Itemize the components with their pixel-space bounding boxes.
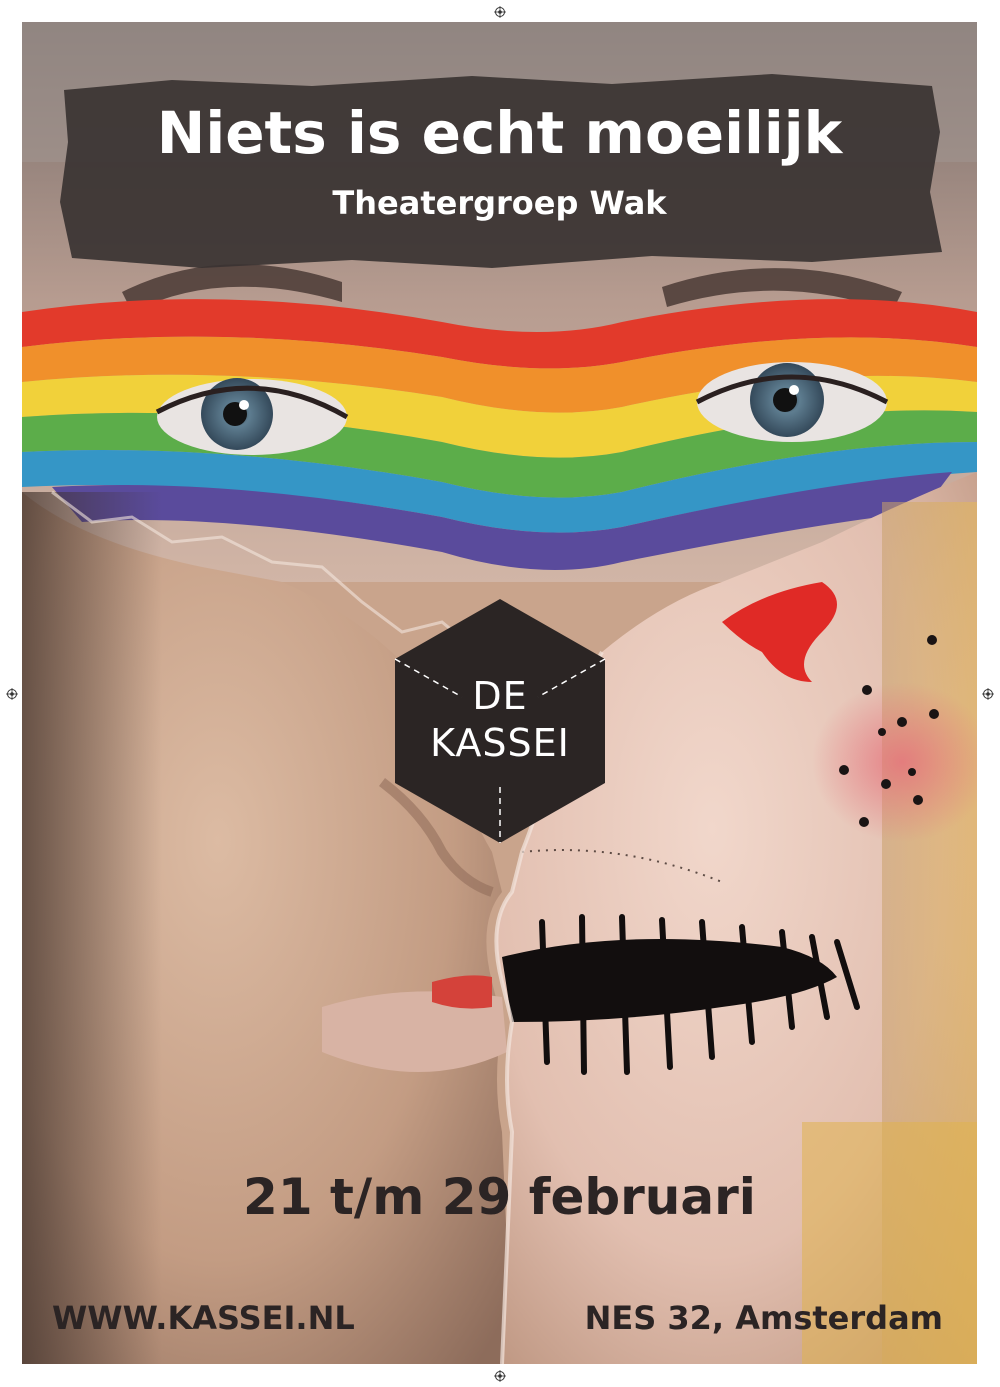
website-url: WWW.KASSEI.NL [52, 1299, 355, 1337]
registration-mark-top-icon [494, 6, 506, 18]
poster-title: Niets is echt moeilijk [156, 99, 843, 167]
performance-dates: 21 t/m 29 februari [243, 1168, 756, 1226]
theater-poster: Niets is echt moeilijk Theatergroep Wak … [22, 22, 977, 1364]
logo-line-de: DE [472, 674, 528, 718]
title-banner: Niets is echt moeilijk Theatergroep Wak [52, 72, 947, 272]
de-kassei-logo: DE KASSEI [392, 597, 608, 845]
logo-line-kassei: KASSEI [430, 721, 570, 765]
registration-mark-bottom-icon [494, 1370, 506, 1382]
registration-mark-right-icon [982, 688, 994, 700]
registration-mark-left-icon [6, 688, 18, 700]
venue-address: NES 32, Amsterdam [584, 1299, 943, 1337]
poster-subtitle: Theatergroep Wak [332, 184, 667, 222]
